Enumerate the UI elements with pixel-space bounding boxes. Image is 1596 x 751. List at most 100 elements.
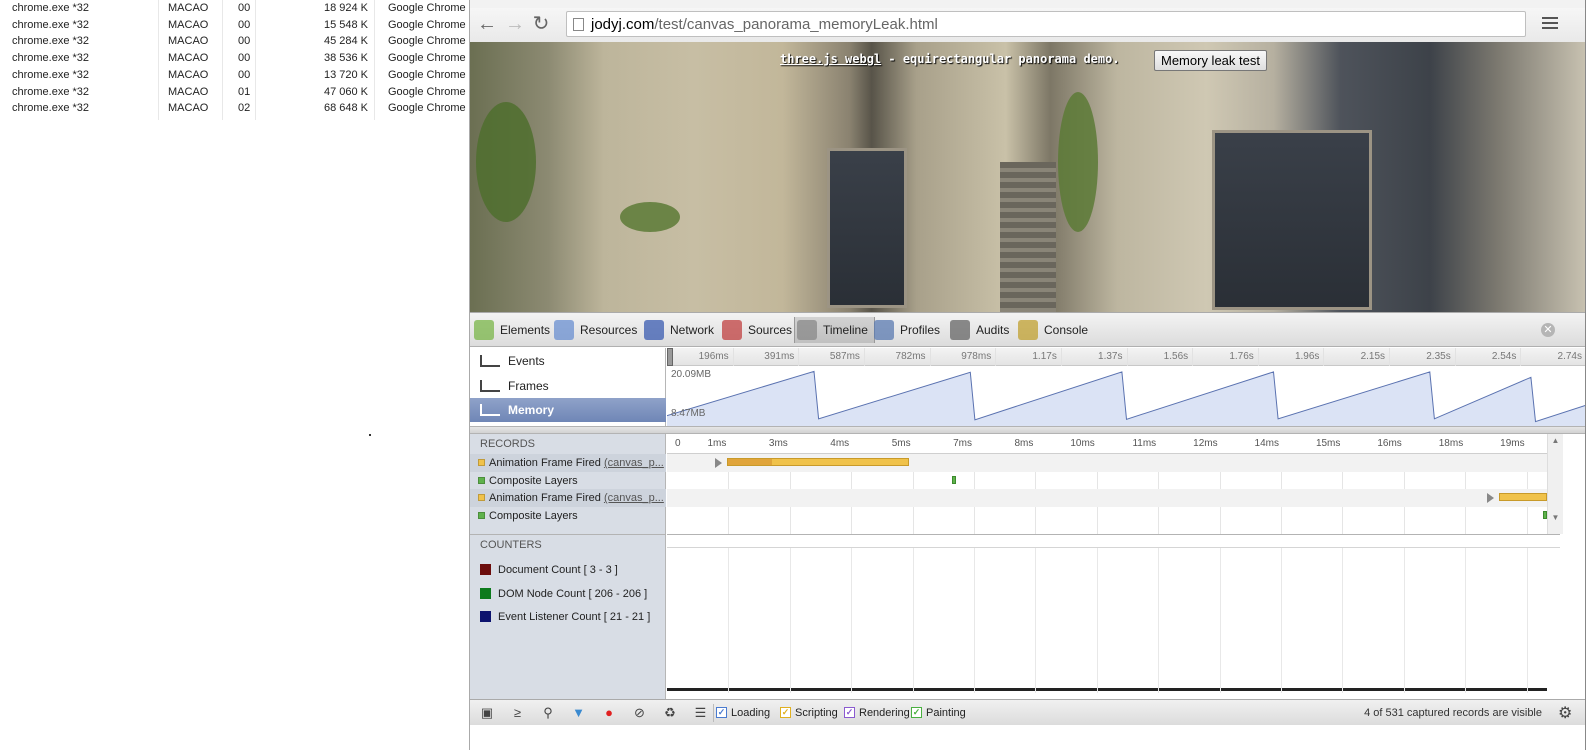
overview-window-handle[interactable] [667, 348, 673, 366]
glue-events-button[interactable]: ☰ [690, 704, 712, 722]
console-drawer-button[interactable]: ≥ [507, 704, 529, 722]
dock-button[interactable]: ▣ [476, 704, 498, 722]
filter-rendering[interactable]: ✓ Rendering [844, 705, 910, 721]
expand-triangle-icon[interactable] [715, 458, 722, 468]
elements-icon [474, 320, 494, 340]
memory-min-label: 8.47MB [671, 408, 706, 419]
record-button[interactable]: ● [598, 704, 620, 722]
checkbox-checked-icon[interactable]: ✓ [844, 707, 855, 718]
record-bar-composite[interactable] [952, 476, 956, 484]
records-tick-label: 0 [675, 438, 681, 449]
process-row[interactable]: chrome.exe *32 MACAO 00 38 536 K Google Chro… [0, 50, 466, 67]
overview-item-label: Memory [508, 403, 555, 417]
tab-console[interactable]: Console [1016, 317, 1094, 343]
process-row[interactable]: chrome.exe *32 MACAO 01 47 060 K Google Chro… [0, 84, 466, 101]
garbage-collect-button[interactable]: ♻ [659, 704, 681, 722]
counters-grid-line [1035, 548, 1037, 693]
overview-tick-label: 2.35s [1426, 351, 1451, 362]
tab-network[interactable]: Network [642, 317, 720, 343]
memory-overview-graph[interactable]: 20.09MB 8.47MB [666, 366, 1587, 426]
search-button[interactable]: ⚲ [537, 704, 559, 722]
chrome-menu-button[interactable] [1542, 17, 1558, 31]
overview-item-events[interactable]: Events [470, 349, 666, 373]
scroll-down-icon[interactable]: ▼ [1548, 513, 1563, 522]
record-row[interactable]: Animation Frame Fired (canvas_p... [470, 454, 666, 472]
profiles-icon [874, 320, 894, 340]
window-right-edge [1585, 0, 1596, 750]
counters-grid-line [1281, 548, 1282, 693]
filter-loading[interactable]: ✓ Loading [716, 705, 770, 721]
tab-audits[interactable]: Audits [948, 317, 1015, 343]
address-bar[interactable]: jodyj.com/test/canvas_panorama_memoryLea… [566, 11, 1526, 37]
tab-profiles[interactable]: Profiles [872, 317, 946, 343]
records-tick-label: 16ms [1377, 438, 1402, 449]
expand-triangle-icon[interactable] [1487, 493, 1494, 503]
foliage-decoration [1058, 92, 1098, 232]
process-row[interactable]: chrome.exe *32 MACAO 00 15 548 K Google Chro… [0, 17, 466, 34]
records-tick-label: 8ms [1014, 438, 1034, 449]
record-source-link[interactable]: (canvas_p... [604, 492, 664, 504]
counters-grid-line [1096, 548, 1098, 693]
record-row[interactable]: Animation Frame Fired (canvas_p... [470, 489, 666, 508]
tab-resources[interactable]: Resources [552, 317, 643, 343]
checkbox-checked-icon[interactable]: ✓ [716, 707, 727, 718]
record-row[interactable]: Composite Layers [470, 472, 666, 490]
filter-button[interactable]: ▼ [568, 704, 590, 722]
checkbox-checked-icon[interactable]: ✓ [911, 707, 922, 718]
process-row[interactable]: chrome.exe *32 MACAO 00 18 924 K Google Chro… [0, 0, 466, 17]
tab-label: Timeline [823, 323, 868, 337]
counters-grid-line [1342, 548, 1344, 693]
three-js-link[interactable]: three.js webgl [780, 52, 881, 66]
reload-button[interactable]: ↻ [530, 14, 552, 36]
records-timeline-grid[interactable] [667, 454, 1547, 534]
process-description: Google Chrome [388, 35, 466, 48]
counter-label: Document Count [ 3 - 3 ] [498, 564, 618, 576]
counter-legend-item[interactable]: DOM Node Count [ 206 - 206 ] [480, 586, 647, 602]
overview-item-memory[interactable]: Memory [470, 398, 666, 422]
process-row[interactable]: chrome.exe *32 MACAO 00 13 720 K Google Chro… [0, 67, 466, 84]
audits-icon [950, 320, 970, 340]
overview-item-frames[interactable]: Frames [470, 374, 666, 398]
browser-window: ← → ↻ jodyj.com/test/canvas_panorama_mem… [469, 0, 1596, 751]
records-tick-label: 3ms [768, 438, 788, 449]
counter-legend-item[interactable]: Event Listener Count [ 21 - 21 ] [480, 609, 650, 625]
dock-icon: ▣ [480, 705, 494, 720]
settings-button[interactable]: ⚙ [1558, 703, 1572, 723]
memory-leak-test-button[interactable]: Memory leak test [1154, 50, 1267, 71]
stairs-decoration [1000, 162, 1056, 312]
records-tick-label: 19ms [1500, 438, 1525, 449]
checkbox-checked-icon[interactable]: ✓ [780, 707, 791, 718]
overview-item-label: Frames [508, 378, 549, 393]
scroll-up-icon[interactable]: ▲ [1548, 436, 1563, 445]
forward-button[interactable]: → [504, 14, 526, 36]
filter-scripting[interactable]: ✓ Scripting [780, 705, 838, 721]
process-description: Google Chrome [388, 102, 466, 115]
counters-grid-line [912, 548, 914, 693]
records-scrollbar[interactable]: ▲ ▼ [1547, 434, 1563, 534]
process-row[interactable]: chrome.exe *32 MACAO 00 45 284 K Google Chro… [0, 33, 466, 50]
record-source-link[interactable]: (canvas_p... [604, 457, 664, 469]
record-row[interactable]: Composite Layers [470, 507, 666, 525]
process-row[interactable]: chrome.exe *32 MACAO 02 68 648 K Google Chro… [0, 100, 466, 117]
counter-legend-item[interactable]: Document Count [ 3 - 3 ] [480, 562, 618, 578]
counters-grid-line [851, 548, 853, 693]
tab-elements[interactable]: Elements [472, 317, 556, 343]
panorama-canvas[interactable]: three.js webgl - equirectangular panoram… [470, 42, 1586, 312]
filter-label: Loading [731, 707, 771, 719]
filter-painting[interactable]: ✓ Painting [911, 705, 966, 721]
records-sidebar: RECORDS Animation Frame Fired (canvas_p.… [470, 434, 666, 534]
door-decoration [1212, 130, 1372, 310]
record-bar-animation-frame[interactable] [1499, 493, 1547, 501]
tab-sources[interactable]: Sources [720, 317, 798, 343]
process-cpu: 00 [238, 18, 251, 31]
process-name: chrome.exe *32 [12, 35, 90, 48]
tab-timeline[interactable]: Timeline [794, 317, 875, 343]
overview-splitter[interactable] [470, 426, 1586, 434]
process-user: MACAO [168, 68, 209, 81]
back-button[interactable]: ← [476, 14, 498, 36]
devtools-close-button[interactable]: ✕ [1541, 323, 1555, 337]
overview-tick-label: 587ms [829, 351, 860, 362]
clear-button[interactable]: ⊘ [629, 704, 651, 722]
records-tick-label: 7ms [953, 438, 972, 449]
counter-color-swatch [480, 564, 491, 575]
